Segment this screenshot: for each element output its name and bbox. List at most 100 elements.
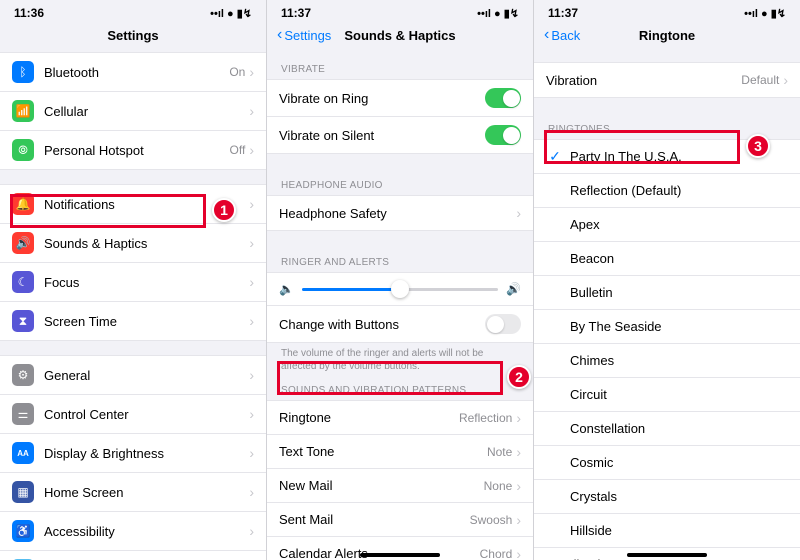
section-vibrate: VIBRATE [267, 52, 533, 79]
row-label: Vibrate on Silent [279, 128, 485, 143]
back-button[interactable]: ‹Back [544, 26, 580, 44]
pattern-row[interactable]: RingtoneReflection› [267, 401, 533, 435]
ringtone-row[interactable]: Cosmic [534, 446, 800, 480]
row-label: Bulletin [570, 285, 788, 300]
settings-row[interactable]: ❀Wallpaper› [0, 551, 266, 560]
clock: 11:37 [548, 6, 578, 20]
toggle[interactable] [485, 88, 521, 108]
ringtone-list[interactable]: Vibration Default › RINGTONES ✓Party In … [534, 52, 800, 560]
pattern-row[interactable]: Text ToneNote› [267, 435, 533, 469]
row-label: Sent Mail [279, 512, 470, 527]
ringtone-row[interactable]: Bulletin [534, 276, 800, 310]
ringtone-row[interactable]: Hillside [534, 514, 800, 548]
vibrate-row[interactable]: Vibrate on Ring [267, 80, 533, 117]
row-value: None [484, 479, 513, 493]
clock: 11:37 [281, 6, 311, 20]
row-label: By The Seaside [570, 319, 788, 334]
volume-slider[interactable] [302, 288, 498, 291]
settings-row[interactable]: ☾Focus› [0, 263, 266, 302]
screen-sounds-haptics: 11:37 ••ıl ● ▮↯ ‹Settings Sounds & Hapti… [267, 0, 534, 560]
row-label: Control Center [44, 407, 249, 422]
page-title: Ringtone [639, 28, 695, 43]
row-label: Screen Time [44, 314, 249, 329]
chevron-right-icon: › [249, 64, 254, 80]
settings-list[interactable]: ᛒBluetoothOn›📶Cellular›⦾Personal Hotspot… [0, 52, 266, 560]
vibrate-row[interactable]: Vibrate on Silent [267, 117, 533, 153]
ringtone-row[interactable]: Constellation [534, 412, 800, 446]
pattern-row[interactable]: New MailNone› [267, 469, 533, 503]
ringtone-row[interactable]: Crystals [534, 480, 800, 514]
slider-thumb[interactable] [391, 280, 409, 298]
volume-high-icon: 🔊 [506, 282, 521, 296]
settings-row[interactable]: ⚌Control Center› [0, 395, 266, 434]
row-vibration[interactable]: Vibration Default › [534, 63, 800, 97]
ringtone-row[interactable]: Beacon [534, 242, 800, 276]
settings-row[interactable]: AADisplay & Brightness› [0, 434, 266, 473]
chevron-right-icon: › [249, 103, 254, 119]
row-label: Focus [44, 275, 249, 290]
section-headphone: HEADPHONE AUDIO [267, 168, 533, 195]
ringer-note: The volume of the ringer and alerts will… [267, 343, 533, 373]
section-ringer: RINGER AND ALERTS [267, 245, 533, 272]
hotspot-icon: ⦾ [12, 139, 34, 161]
speaker-icon: 🔊 [12, 232, 34, 254]
row-label: Beacon [570, 251, 788, 266]
chevron-right-icon: › [249, 235, 254, 251]
hourglass-icon: ⧗ [12, 310, 34, 332]
nav-bar: ‹Settings Sounds & Haptics [267, 22, 533, 52]
row-label: Apex [570, 217, 788, 232]
settings-row[interactable]: ⚙General› [0, 356, 266, 395]
back-label: Back [551, 28, 580, 43]
ringtone-row[interactable]: Chimes [534, 344, 800, 378]
cellular-icon: 📶 [12, 100, 34, 122]
settings-row[interactable]: ⧗ Screen Time› [0, 302, 266, 340]
row-value: Swoosh [470, 513, 513, 527]
row-label: Personal Hotspot [44, 143, 230, 158]
callout-3: 3 [746, 134, 770, 158]
sounds-list[interactable]: VIBRATE Vibrate on Ring Vibrate on Silent… [267, 52, 533, 560]
aa-icon: AA [12, 442, 34, 464]
row-label: New Mail [279, 478, 484, 493]
toggle-change-buttons[interactable] [485, 314, 521, 334]
ringtone-row[interactable]: Apex [534, 208, 800, 242]
settings-row[interactable]: 🔊Sounds & Haptics› [0, 224, 266, 263]
settings-row[interactable]: ▦Home Screen› [0, 473, 266, 512]
volume-low-icon: 🔈 [279, 282, 294, 296]
status-icons: ••ıl ● ▮↯ [477, 7, 519, 20]
row-change-with-buttons[interactable]: Change with Buttons [267, 306, 533, 342]
checkmark-icon: ✓ [546, 148, 564, 165]
person-icon: ♿ [12, 520, 34, 542]
toggle[interactable] [485, 125, 521, 145]
moon-icon: ☾ [12, 271, 34, 293]
back-label: Settings [284, 28, 331, 43]
chevron-right-icon: › [516, 512, 521, 528]
row-label: Cellular [44, 104, 245, 119]
row-label: Hillside [570, 523, 788, 538]
nav-bar: Settings [0, 22, 266, 52]
settings-row[interactable]: ᛒBluetoothOn› [0, 53, 266, 92]
row-value: Note [487, 445, 512, 459]
callout-2: 2 [507, 365, 531, 389]
row-value: Chord [480, 547, 513, 560]
ringtone-row[interactable]: Circuit [534, 378, 800, 412]
back-button[interactable]: ‹Settings [277, 26, 331, 44]
row-headphone-safety[interactable]: Headphone Safety › [267, 196, 533, 230]
settings-row[interactable]: ♿Accessibility› [0, 512, 266, 551]
row-label: Home Screen [44, 485, 249, 500]
page-title: Sounds & Haptics [344, 28, 455, 43]
chevron-right-icon: › [249, 484, 254, 500]
row-label: Reflection (Default) [570, 183, 788, 198]
row-value: On [229, 65, 245, 79]
bell-icon: 🔔 [12, 193, 34, 215]
row-label: Chimes [570, 353, 788, 368]
ringtone-row[interactable]: By The Seaside [534, 310, 800, 344]
home-indicator [627, 553, 707, 557]
ringtone-row[interactable]: Reflection (Default) [534, 174, 800, 208]
chevron-right-icon: › [249, 445, 254, 461]
settings-row[interactable]: 📶 Cellular › [0, 92, 266, 131]
chevron-left-icon: ‹ [277, 26, 282, 44]
settings-row[interactable]: ⦾Personal HotspotOff› [0, 131, 266, 169]
chevron-right-icon: › [249, 313, 254, 329]
row-label: Cosmic [570, 455, 788, 470]
pattern-row[interactable]: Sent MailSwoosh› [267, 503, 533, 537]
